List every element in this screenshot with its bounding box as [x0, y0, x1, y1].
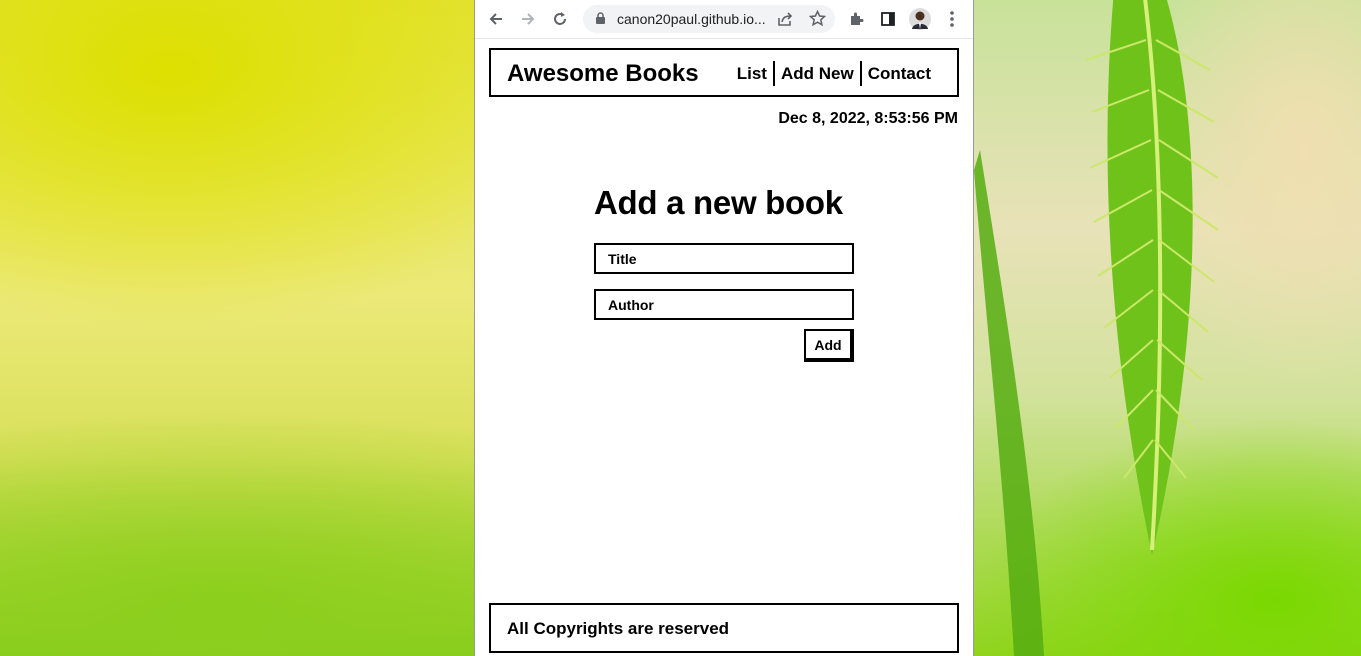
footer-copyright: All Copyrights are reserved [507, 619, 730, 638]
current-datetime: Dec 8, 2022, 8:53:56 PM [778, 110, 958, 127]
lock-icon[interactable] [595, 12, 606, 25]
share-icon[interactable] [777, 11, 793, 27]
back-icon[interactable] [485, 8, 507, 30]
leaf-graphic [974, 0, 1219, 656]
url-text[interactable]: canon20paul.github.io... [617, 11, 766, 27]
browser-window: canon20paul.github.io... Awesome Books L… [474, 0, 974, 656]
side-panel-icon[interactable] [877, 8, 899, 30]
star-icon[interactable] [809, 10, 826, 27]
add-button[interactable]: Add [804, 329, 854, 362]
address-bar[interactable]: canon20paul.github.io... [583, 5, 835, 33]
site-header: Awesome Books List Add New Contact [489, 48, 959, 97]
nav-link-contact[interactable]: Contact [862, 64, 937, 84]
nav-link-add-new[interactable]: Add New [775, 64, 860, 84]
web-page: Awesome Books List Add New Contact Dec 8… [475, 39, 973, 656]
author-input[interactable] [594, 289, 854, 320]
title-input[interactable] [594, 243, 854, 274]
form-heading: Add a new book [594, 184, 843, 221]
site-footer: All Copyrights are reserved [489, 603, 959, 653]
extensions-icon[interactable] [845, 8, 867, 30]
nav-link-list[interactable]: List [731, 64, 773, 84]
profile-avatar[interactable] [909, 8, 931, 30]
desktop-wallpaper-right [974, 0, 1361, 656]
main-nav: List Add New Contact [731, 61, 937, 86]
menu-icon[interactable] [941, 8, 963, 30]
browser-toolbar: canon20paul.github.io... [475, 0, 973, 39]
forward-icon[interactable] [517, 8, 539, 30]
site-logo: Awesome Books [507, 60, 699, 87]
reload-icon[interactable] [549, 8, 571, 30]
